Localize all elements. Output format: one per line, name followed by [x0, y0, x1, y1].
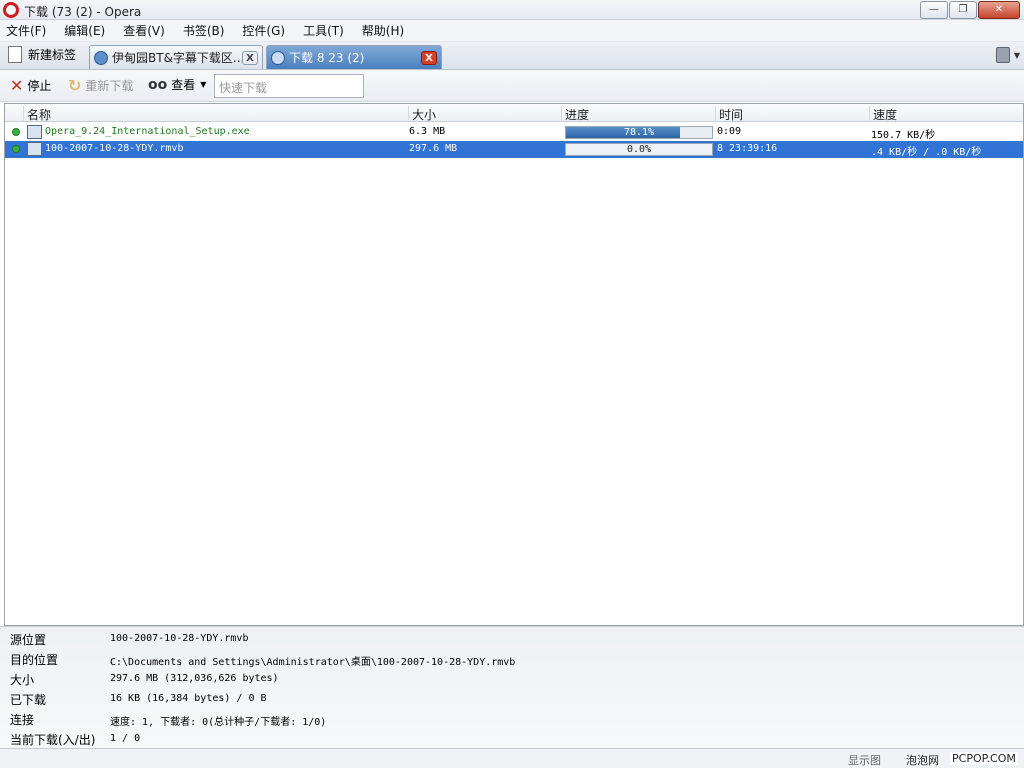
menu-edit[interactable]: 编辑(E) — [64, 22, 105, 39]
close-window-button[interactable]: ✕ — [978, 1, 1020, 19]
detail-label: 目的位置 — [10, 653, 59, 667]
maximize-button[interactable]: ❐ — [949, 1, 977, 19]
column-size[interactable]: 大小 — [408, 106, 561, 122]
details-pane: 源位置 100-2007-10-28-YDY.rmvb 目的位置 C:\Docu… — [0, 626, 1024, 748]
menu-file[interactable]: 文件(F) — [6, 22, 46, 39]
window-title: 下载 (73 (2) - Opera — [24, 5, 142, 19]
transfer-toolbar: ✕ 停止 ↻ 重新下载 oo 查看 ▼ — [0, 70, 1024, 102]
detail-value: 16 KB (16,384 bytes) / 0 B — [110, 693, 267, 704]
tab-label: 下载 8 23 (2) — [289, 51, 365, 65]
tab-eden-bt[interactable]: 伊甸园BT&字幕下载区... X — [89, 45, 263, 69]
file-name: Opera_9.24_International_Setup.exe — [45, 126, 250, 137]
detail-label: 已下载 — [10, 693, 47, 707]
new-page-icon — [8, 46, 22, 63]
progress-text: 78.1% — [623, 127, 655, 138]
detail-value: 1 / 0 — [110, 733, 141, 744]
detail-value: 297.6 MB (312,036,626 bytes) — [110, 673, 279, 684]
status-dot-icon — [12, 128, 20, 136]
redownload-label: 重新下载 — [85, 79, 134, 93]
status-dot-icon — [12, 145, 20, 153]
speed: 150.7 KB/秒 — [871, 130, 936, 141]
menu-tools[interactable]: 工具(T) — [303, 22, 344, 39]
new-tab-label: 新建标签 — [28, 48, 77, 62]
stop-button[interactable]: ✕ 停止 — [10, 76, 51, 95]
detail-label: 源位置 — [10, 633, 47, 647]
column-time[interactable]: 时间 — [715, 106, 869, 122]
time-remaining: 8 23:39:16 — [717, 143, 778, 154]
tab-downloads[interactable]: 下载 8 23 (2) X — [266, 45, 442, 69]
list-header: 名称 大小 进度 时间 速度 — [5, 104, 1023, 122]
menu-help[interactable]: 帮助(H) — [362, 22, 404, 39]
menu-view[interactable]: 查看(V) — [123, 22, 165, 39]
redownload-icon: ↻ — [68, 76, 82, 95]
title-bar: 下载 (73 (2) - Opera — ❐ ✕ — [0, 0, 1024, 20]
opera-logo-icon — [3, 2, 19, 18]
menu-widgets[interactable]: 控件(G) — [242, 22, 285, 39]
tab-bar: 新建标签 伊甸园BT&字幕下载区... X 下载 8 23 (2) X ▼ — [0, 42, 1024, 70]
detail-label: 连接 — [10, 713, 35, 727]
page-icon — [94, 50, 108, 65]
speed: .4 KB/秒 / .0 KB/秒 — [871, 147, 982, 158]
menu-bookmarks[interactable]: 书签(B) — [183, 22, 225, 39]
show-images-toggle[interactable]: 显示图 — [848, 752, 881, 768]
menu-bar: 文件(F) 编辑(E) 查看(V) 书签(B) 控件(G) 工具(T) 帮助(H… — [0, 20, 1024, 42]
download-list: 名称 大小 进度 时间 速度 Opera_9.24_International_… — [4, 103, 1024, 626]
table-row[interactable]: Opera_9.24_International_Setup.exe 6.3 M… — [5, 124, 1023, 141]
detail-label: 当前下载(入/出) — [10, 733, 96, 747]
new-tab-button[interactable]: 新建标签 — [8, 46, 76, 63]
file-size: 6.3 MB — [409, 126, 446, 137]
detail-label: 大小 — [10, 673, 35, 687]
tab-label: 伊甸园BT&字幕下载区... — [112, 51, 242, 65]
progress-text: 0.0% — [626, 144, 652, 155]
quick-download-input[interactable]: 快速下载 — [214, 74, 364, 98]
video-file-icon — [27, 142, 42, 156]
window-controls: — ❐ ✕ — [919, 1, 1020, 19]
close-tab-icon[interactable]: X — [421, 50, 437, 65]
column-name[interactable]: 名称 — [23, 106, 408, 122]
file-icon — [27, 125, 42, 139]
progress-bar: 0.0% — [565, 143, 713, 156]
stop-icon: ✕ — [10, 76, 24, 95]
column-speed[interactable]: 速度 — [869, 106, 1021, 122]
column-progress[interactable]: 进度 — [561, 106, 715, 122]
trash-icon[interactable] — [996, 47, 1010, 63]
progress-bar: 78.1% — [565, 126, 713, 139]
chevron-down-icon[interactable]: ▼ — [1014, 51, 1020, 60]
view-label: 查看 — [171, 78, 196, 92]
close-tab-icon[interactable]: X — [242, 50, 258, 65]
file-size: 297.6 MB — [409, 143, 458, 154]
site-watermark: PCPOP.COM — [950, 752, 1018, 765]
detail-value: 100-2007-10-28-YDY.rmvb — [110, 633, 249, 644]
minimize-button[interactable]: — — [920, 1, 948, 19]
detail-value: C:\Documents and Settings\Administrator\… — [110, 657, 516, 668]
stop-label: 停止 — [27, 79, 52, 93]
detail-value: 速度: 1, 下载者: 0(总计种子/下载者: 1/0) — [110, 717, 327, 728]
file-name: 100-2007-10-28-YDY.rmvb — [45, 143, 184, 154]
time-remaining: 0:09 — [717, 126, 742, 137]
table-row[interactable]: 100-2007-10-28-YDY.rmvb 297.6 MB 0.0% 8 … — [5, 141, 1023, 158]
chevron-down-icon: ▼ — [200, 80, 207, 89]
redownload-button[interactable]: ↻ 重新下载 — [68, 76, 133, 95]
view-button[interactable]: oo 查看 ▼ — [148, 76, 206, 93]
transfer-icon — [271, 50, 285, 65]
status-bar: 显示图 泡泡网 PCPOP.COM — [0, 748, 1024, 768]
watermark-text: 泡泡网 — [906, 754, 939, 767]
glasses-icon: oo — [148, 76, 168, 93]
